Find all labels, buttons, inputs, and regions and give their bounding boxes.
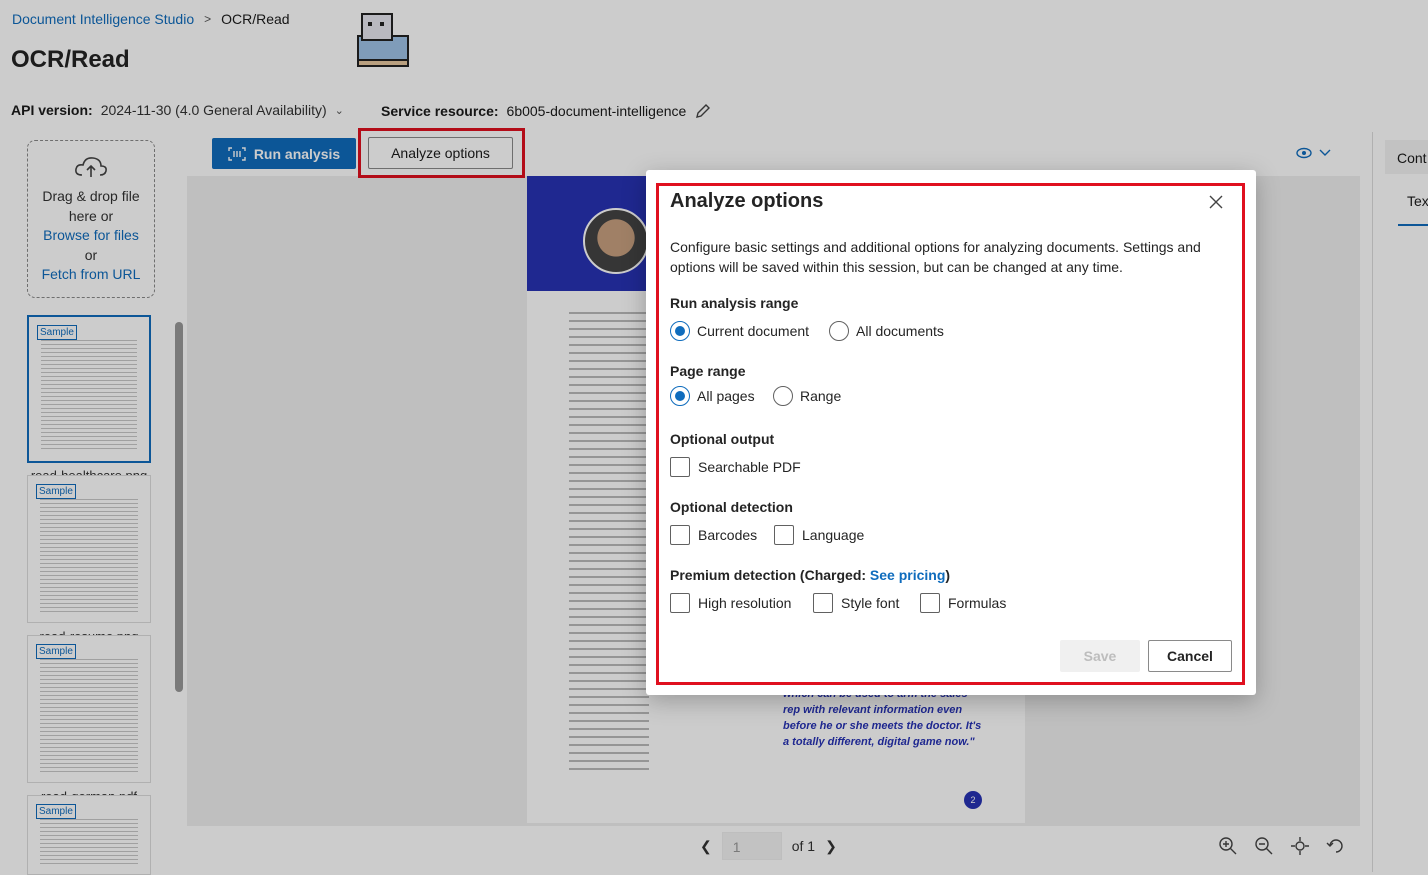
checkbox-language[interactable]: Language [774, 525, 864, 545]
radio-range[interactable]: Range [773, 386, 841, 406]
cancel-button[interactable]: Cancel [1148, 640, 1232, 672]
checkbox-label: High resolution [698, 595, 792, 611]
radio-button-checked[interactable] [670, 386, 690, 406]
checkbox[interactable] [920, 593, 940, 613]
checkbox-high-resolution[interactable]: High resolution [670, 593, 791, 613]
checkbox[interactable] [670, 593, 690, 613]
radio-current-document[interactable]: Current document [670, 321, 809, 341]
dialog-description: Configure basic settings and additional … [670, 239, 1201, 275]
optional-output-label: Optional output [670, 431, 775, 447]
checkbox[interactable] [774, 525, 794, 545]
radio-button-checked[interactable] [670, 321, 690, 341]
checkbox-label: Language [802, 527, 865, 543]
checkbox[interactable] [670, 457, 690, 477]
checkbox-label: Formulas [948, 595, 1007, 611]
checkbox-searchable-pdf[interactable]: Searchable PDF [670, 457, 801, 477]
checkbox[interactable] [670, 525, 690, 545]
checkbox-label: Barcodes [698, 527, 758, 543]
checkbox-style-font[interactable]: Style font [813, 593, 899, 613]
radio-label: All documents [856, 323, 944, 339]
save-button[interactable]: Save [1060, 640, 1140, 672]
checkbox-label: Style font [841, 595, 900, 611]
checkbox[interactable] [813, 593, 833, 613]
checkbox-formulas[interactable]: Formulas [920, 593, 1006, 613]
premium-label-text: Premium detection (Charged: [670, 567, 870, 583]
radio-all-pages[interactable]: All pages [670, 386, 755, 406]
premium-label-suffix: ) [945, 567, 951, 583]
radio-button[interactable] [773, 386, 793, 406]
checkbox-label: Searchable PDF [698, 459, 801, 475]
radio-label: Range [800, 388, 842, 404]
radio-all-documents[interactable]: All documents [829, 321, 944, 341]
close-icon[interactable] [1207, 193, 1225, 211]
radio-label: All pages [697, 388, 755, 404]
premium-detection-label: Premium detection (Charged: See pricing) [670, 567, 950, 583]
page-range-label: Page range [670, 363, 746, 379]
radio-button[interactable] [829, 321, 849, 341]
optional-detection-label: Optional detection [670, 499, 793, 515]
see-pricing-link[interactable]: See pricing [870, 567, 945, 583]
dialog-title: Analyze options [670, 190, 824, 212]
radio-label: Current document [697, 323, 810, 339]
checkbox-barcodes[interactable]: Barcodes [670, 525, 757, 545]
run-range-label: Run analysis range [670, 295, 799, 311]
